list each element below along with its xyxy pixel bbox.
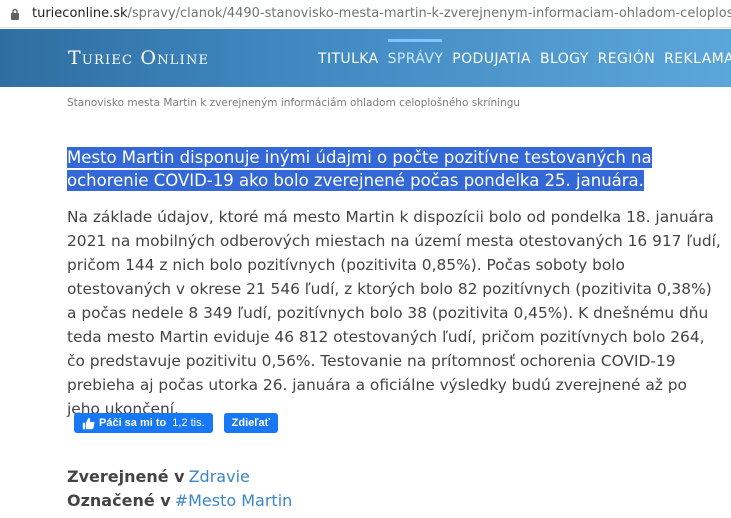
article-lead-text: Mesto Martin disponuje inými údajmi o po… <box>67 147 652 191</box>
lock-icon[interactable] <box>10 8 20 20</box>
tagged-in: Označené v #Mesto Martin <box>67 491 292 510</box>
published-in: Zverejnené v Zdravie <box>67 467 250 486</box>
published-label: Zverejnené v <box>67 467 185 486</box>
like-count: 1,2 tis. <box>172 417 205 429</box>
tag-link[interactable]: #Mesto Martin <box>175 491 293 510</box>
site-header: Turiec Online TITULKA SPRÁVY PODUJATIA B… <box>0 29 731 87</box>
main-nav: TITULKA SPRÁVY PODUJATIA BLOGY REGIÓN RE… <box>318 29 731 87</box>
url-domain: turieconline.sk <box>32 6 128 21</box>
like-label: Páči sa mi to <box>99 417 167 429</box>
facebook-share-button[interactable]: Zdieľať <box>223 413 278 433</box>
facebook-like-button[interactable]: Páči sa mi to 1,2 tis. <box>74 413 213 433</box>
thumbs-up-icon <box>82 417 95 429</box>
nav-item-reklama[interactable]: REKLAMA <box>664 29 731 87</box>
category-link[interactable]: Zdravie <box>189 467 250 486</box>
site-logo[interactable]: Turiec Online <box>68 47 209 69</box>
breadcrumb[interactable]: Stanovisko mesta Martin k zverejneným in… <box>67 97 520 109</box>
browser-address-bar[interactable]: turieconline.sk/spravy/clanok/4490-stano… <box>0 0 731 28</box>
article-lead: Mesto Martin disponuje inými údajmi o po… <box>67 146 677 192</box>
nav-item-titulka[interactable]: TITULKA <box>318 29 384 87</box>
article-body: Na základe údajov, ktoré má mesto Martin… <box>67 208 721 418</box>
nav-item-spravy[interactable]: SPRÁVY <box>387 29 449 87</box>
nav-item-region[interactable]: REGIÓN <box>598 29 660 87</box>
url-path: /spravy/clanok/4490-stanovisko-mesta-mar… <box>127 6 731 21</box>
nav-item-blogy[interactable]: BLOGY <box>540 29 594 87</box>
tagged-label: Označené v <box>67 491 171 510</box>
nav-item-podujatia[interactable]: PODUJATIA <box>452 29 536 87</box>
social-buttons: Páči sa mi to 1,2 tis. Zdieľať <box>74 413 278 433</box>
